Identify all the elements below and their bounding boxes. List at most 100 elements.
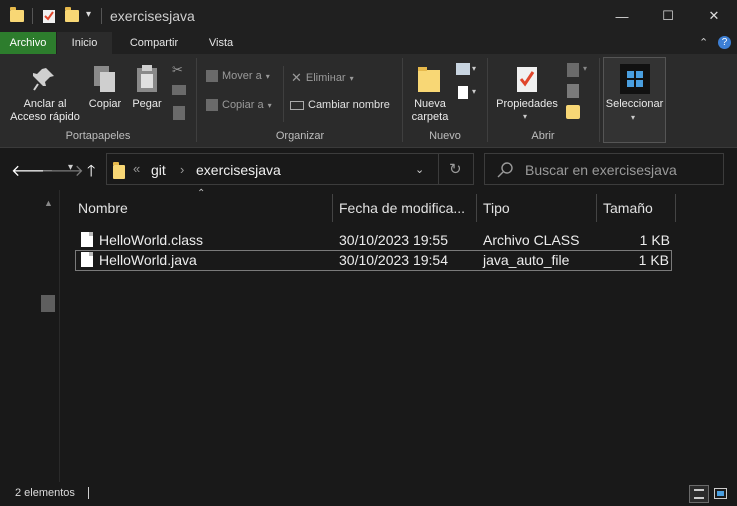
copy-to-label: Copiar a (222, 99, 264, 111)
overflow-icon[interactable]: « (133, 161, 140, 176)
refresh-icon[interactable]: ↻ (449, 160, 462, 178)
file-size: 1 KB (638, 252, 669, 268)
navigation-bar: 🡐 🡒 ▾ 🡑 « git › exercisesjava ⌄ ↻ Buscar… (0, 148, 737, 190)
select-label: Seleccionar (605, 98, 664, 110)
file-modified: 30/10/2023 19:54 (339, 252, 448, 268)
delete-icon: ✕ (291, 70, 302, 85)
navigation-pane[interactable]: ▲ (0, 190, 60, 482)
ribbon-tabs: Archivo Inicio Compartir Vista ⌃ ? (0, 32, 737, 54)
search-icon (497, 162, 513, 178)
select-button[interactable]: Seleccionar ▾ (603, 57, 666, 143)
table-row[interactable]: HelloWorld.class 30/10/2023 19:55 Archiv… (75, 230, 672, 251)
select-grid-icon (620, 64, 650, 94)
dropdown-icon[interactable]: ▾ (523, 112, 527, 121)
file-icon (81, 252, 93, 267)
paste-button[interactable]: Pegar (128, 98, 166, 111)
table-row[interactable]: HelloWorld.java 30/10/2023 19:54 java_au… (75, 250, 672, 271)
folder-icon (10, 7, 24, 22)
group-label-abrir: Abrir (531, 130, 555, 142)
move-to-icon (206, 70, 218, 82)
search-box[interactable]: Buscar en exercisesjava (484, 153, 724, 185)
paste-shortcut-icon[interactable] (173, 106, 185, 120)
window-title: exercisesjava (110, 8, 195, 24)
dropdown-icon: ▾ (265, 71, 270, 81)
up-button[interactable]: 🡑 (87, 160, 95, 187)
column-header-type[interactable]: Tipo (483, 200, 510, 216)
tab-compartir[interactable]: Compartir (116, 32, 192, 54)
divider (283, 66, 284, 122)
dropdown-icon[interactable]: ▾ (472, 87, 476, 96)
history-icon[interactable] (566, 105, 580, 119)
tab-inicio[interactable]: Inicio (57, 32, 112, 54)
rename-button[interactable]: Cambiar nombre (290, 99, 390, 111)
delete-label: Elimінar (305, 72, 346, 84)
properties-button[interactable]: Propiedades (490, 98, 564, 111)
copy-path-icon[interactable] (172, 85, 186, 95)
scroll-up-icon[interactable]: ▲ (44, 198, 53, 208)
forward-button[interactable]: 🡒 (41, 160, 84, 181)
item-count: 2 elementos (15, 487, 75, 499)
column-header-size[interactable]: Tamaño (603, 200, 653, 216)
navigation-scrollbar[interactable] (41, 295, 55, 312)
open-icon[interactable] (567, 63, 579, 77)
edit-icon[interactable] (567, 84, 579, 98)
rename-label: Cambiar nombre (308, 99, 390, 111)
column-header-name[interactable]: Nombre (78, 200, 128, 216)
move-to-button[interactable]: Mover a ▾ (206, 70, 270, 82)
minimize-button[interactable]: — (599, 0, 645, 32)
large-icons-view-icon (717, 491, 724, 496)
large-icons-view-button[interactable] (714, 488, 727, 499)
collapse-ribbon-icon[interactable]: ⌃ (699, 36, 708, 49)
tab-vista[interactable]: Vista (195, 32, 247, 54)
breadcrumb-exercisesjava[interactable]: exercisesjava (196, 162, 281, 178)
details-view-button[interactable] (689, 485, 709, 503)
divider (599, 58, 600, 142)
file-type: java_auto_file (483, 252, 570, 268)
tab-archivo[interactable]: Archivo (0, 32, 56, 54)
file-name[interactable]: HelloWorld.class (99, 232, 203, 248)
pin-quick-access-button[interactable]: Anclar al Acceso rápido (4, 98, 86, 124)
help-icon[interactable]: ? (718, 36, 731, 49)
sort-indicator-icon: ⌃ (197, 188, 206, 199)
copy-icon (94, 66, 115, 92)
address-bar[interactable]: « git › exercisesjava ⌄ ↻ (106, 153, 474, 185)
dropdown-icon[interactable]: ▾ (583, 64, 587, 73)
pin-label-2: Acceso rápido (10, 111, 80, 123)
new-folder-button[interactable]: Nueva carpeta (404, 98, 456, 124)
quick-access-dropdown-icon[interactable]: ▾ (86, 9, 91, 20)
pin-label-1: Anclar al (23, 98, 67, 110)
divider (487, 58, 488, 142)
divider[interactable] (332, 194, 333, 222)
divider[interactable] (675, 194, 676, 222)
new-folder-label-1: Nueva (414, 98, 446, 110)
file-name[interactable]: HelloWorld.java (99, 252, 197, 268)
folder-icon (113, 162, 125, 179)
new-item-icon[interactable] (456, 63, 470, 75)
new-folder-quick-icon[interactable] (65, 7, 79, 22)
file-list[interactable]: ⌃ Nombre Fecha de modifica... Tipo Tamañ… (61, 188, 737, 482)
breadcrumb-git[interactable]: git (151, 162, 166, 178)
divider (32, 8, 33, 24)
divider (402, 58, 403, 142)
file-type: Archivo CLASS (483, 232, 580, 248)
dropdown-icon: ▾ (349, 73, 354, 83)
recent-locations-icon[interactable]: ▾ (68, 162, 73, 173)
delete-button[interactable]: ✕ Elimінar ▾ (291, 70, 354, 86)
properties-quick-icon[interactable] (42, 8, 56, 24)
search-input[interactable]: Buscar en exercisesjava (525, 162, 677, 178)
address-dropdown-icon[interactable]: ⌄ (415, 163, 424, 176)
divider (438, 154, 439, 184)
cut-icon[interactable]: ✂ (172, 62, 183, 78)
column-header-modified[interactable]: Fecha de modifica... (339, 200, 465, 216)
dropdown-icon[interactable]: ▾ (472, 64, 476, 73)
divider[interactable] (476, 194, 477, 222)
maximize-button[interactable]: ☐ (645, 0, 691, 32)
divider[interactable] (596, 194, 597, 222)
file-modified: 30/10/2023 19:55 (339, 232, 448, 248)
chevron-right-icon[interactable]: › (180, 162, 184, 177)
easy-access-icon[interactable] (458, 86, 468, 99)
properties-icon (517, 67, 537, 92)
copy-to-button[interactable]: Copiar a ▾ (206, 99, 272, 111)
close-button[interactable]: ✕ (691, 0, 737, 32)
copy-button[interactable]: Copiar (86, 98, 124, 111)
